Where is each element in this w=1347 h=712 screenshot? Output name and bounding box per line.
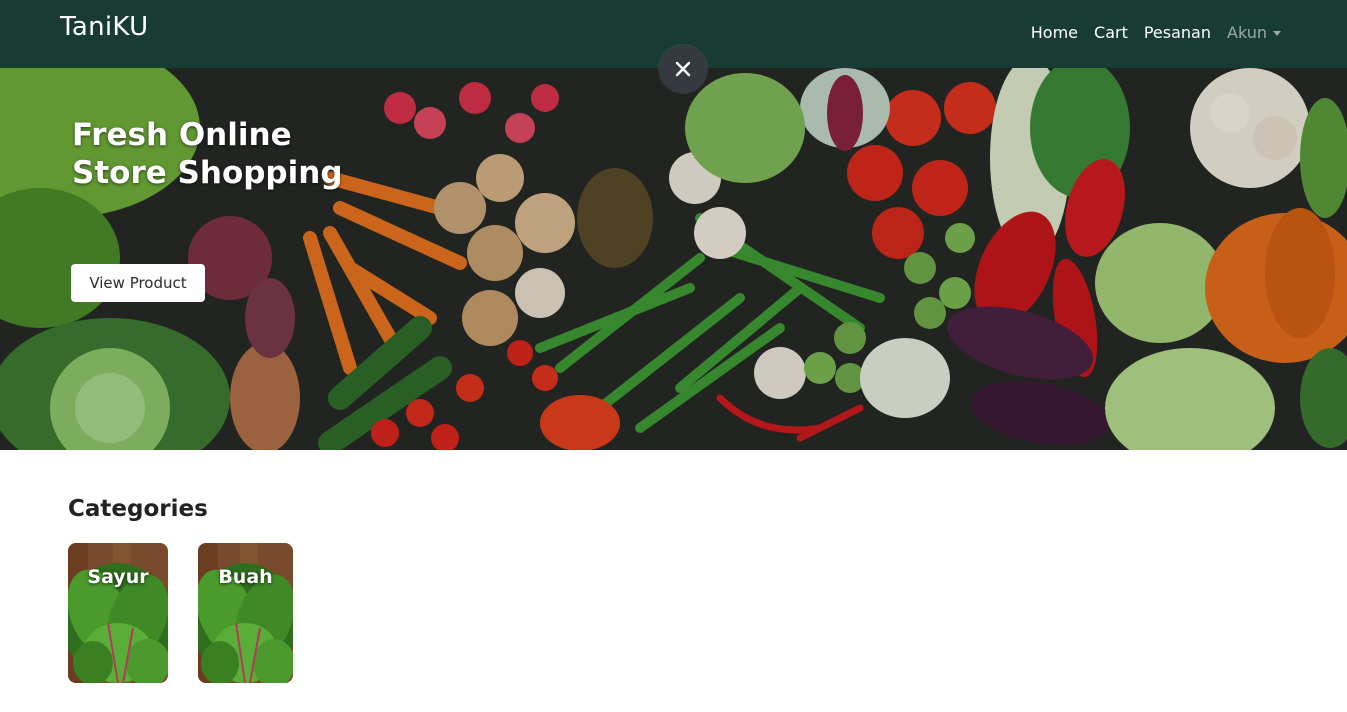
nav-cart-link[interactable]: Cart: [1094, 23, 1128, 42]
view-product-button[interactable]: View Product: [71, 264, 205, 302]
nav-account-label: Akun: [1227, 23, 1267, 42]
nav-orders-link[interactable]: Pesanan: [1144, 23, 1211, 42]
close-icon: [675, 61, 691, 77]
brand-logo[interactable]: TaniKU: [60, 12, 148, 42]
leafy-greens-photo: [198, 543, 293, 683]
nav-account-dropdown[interactable]: Akun: [1227, 23, 1281, 42]
hero-title: Fresh Online Store Shopping: [72, 116, 392, 192]
close-button[interactable]: [659, 45, 707, 93]
hero-banner: Fresh Online Store Shopping View Product: [0, 68, 1347, 450]
nav-home-link[interactable]: Home: [1031, 23, 1078, 42]
hero-title-line1: Fresh Online: [72, 117, 292, 153]
category-label-sayur: Sayur: [87, 566, 149, 588]
hero-title-line2: Store Shopping: [72, 155, 343, 191]
category-card-buah[interactable]: Buah: [198, 543, 293, 683]
caret-down-icon: [1273, 31, 1281, 36]
category-label-buah: Buah: [218, 566, 273, 588]
category-card-sayur[interactable]: Sayur: [68, 543, 168, 683]
categories-heading: Categories: [68, 496, 208, 522]
leafy-greens-photo: [68, 543, 168, 683]
nav-links: Home Cart Pesanan Akun: [1031, 23, 1281, 42]
